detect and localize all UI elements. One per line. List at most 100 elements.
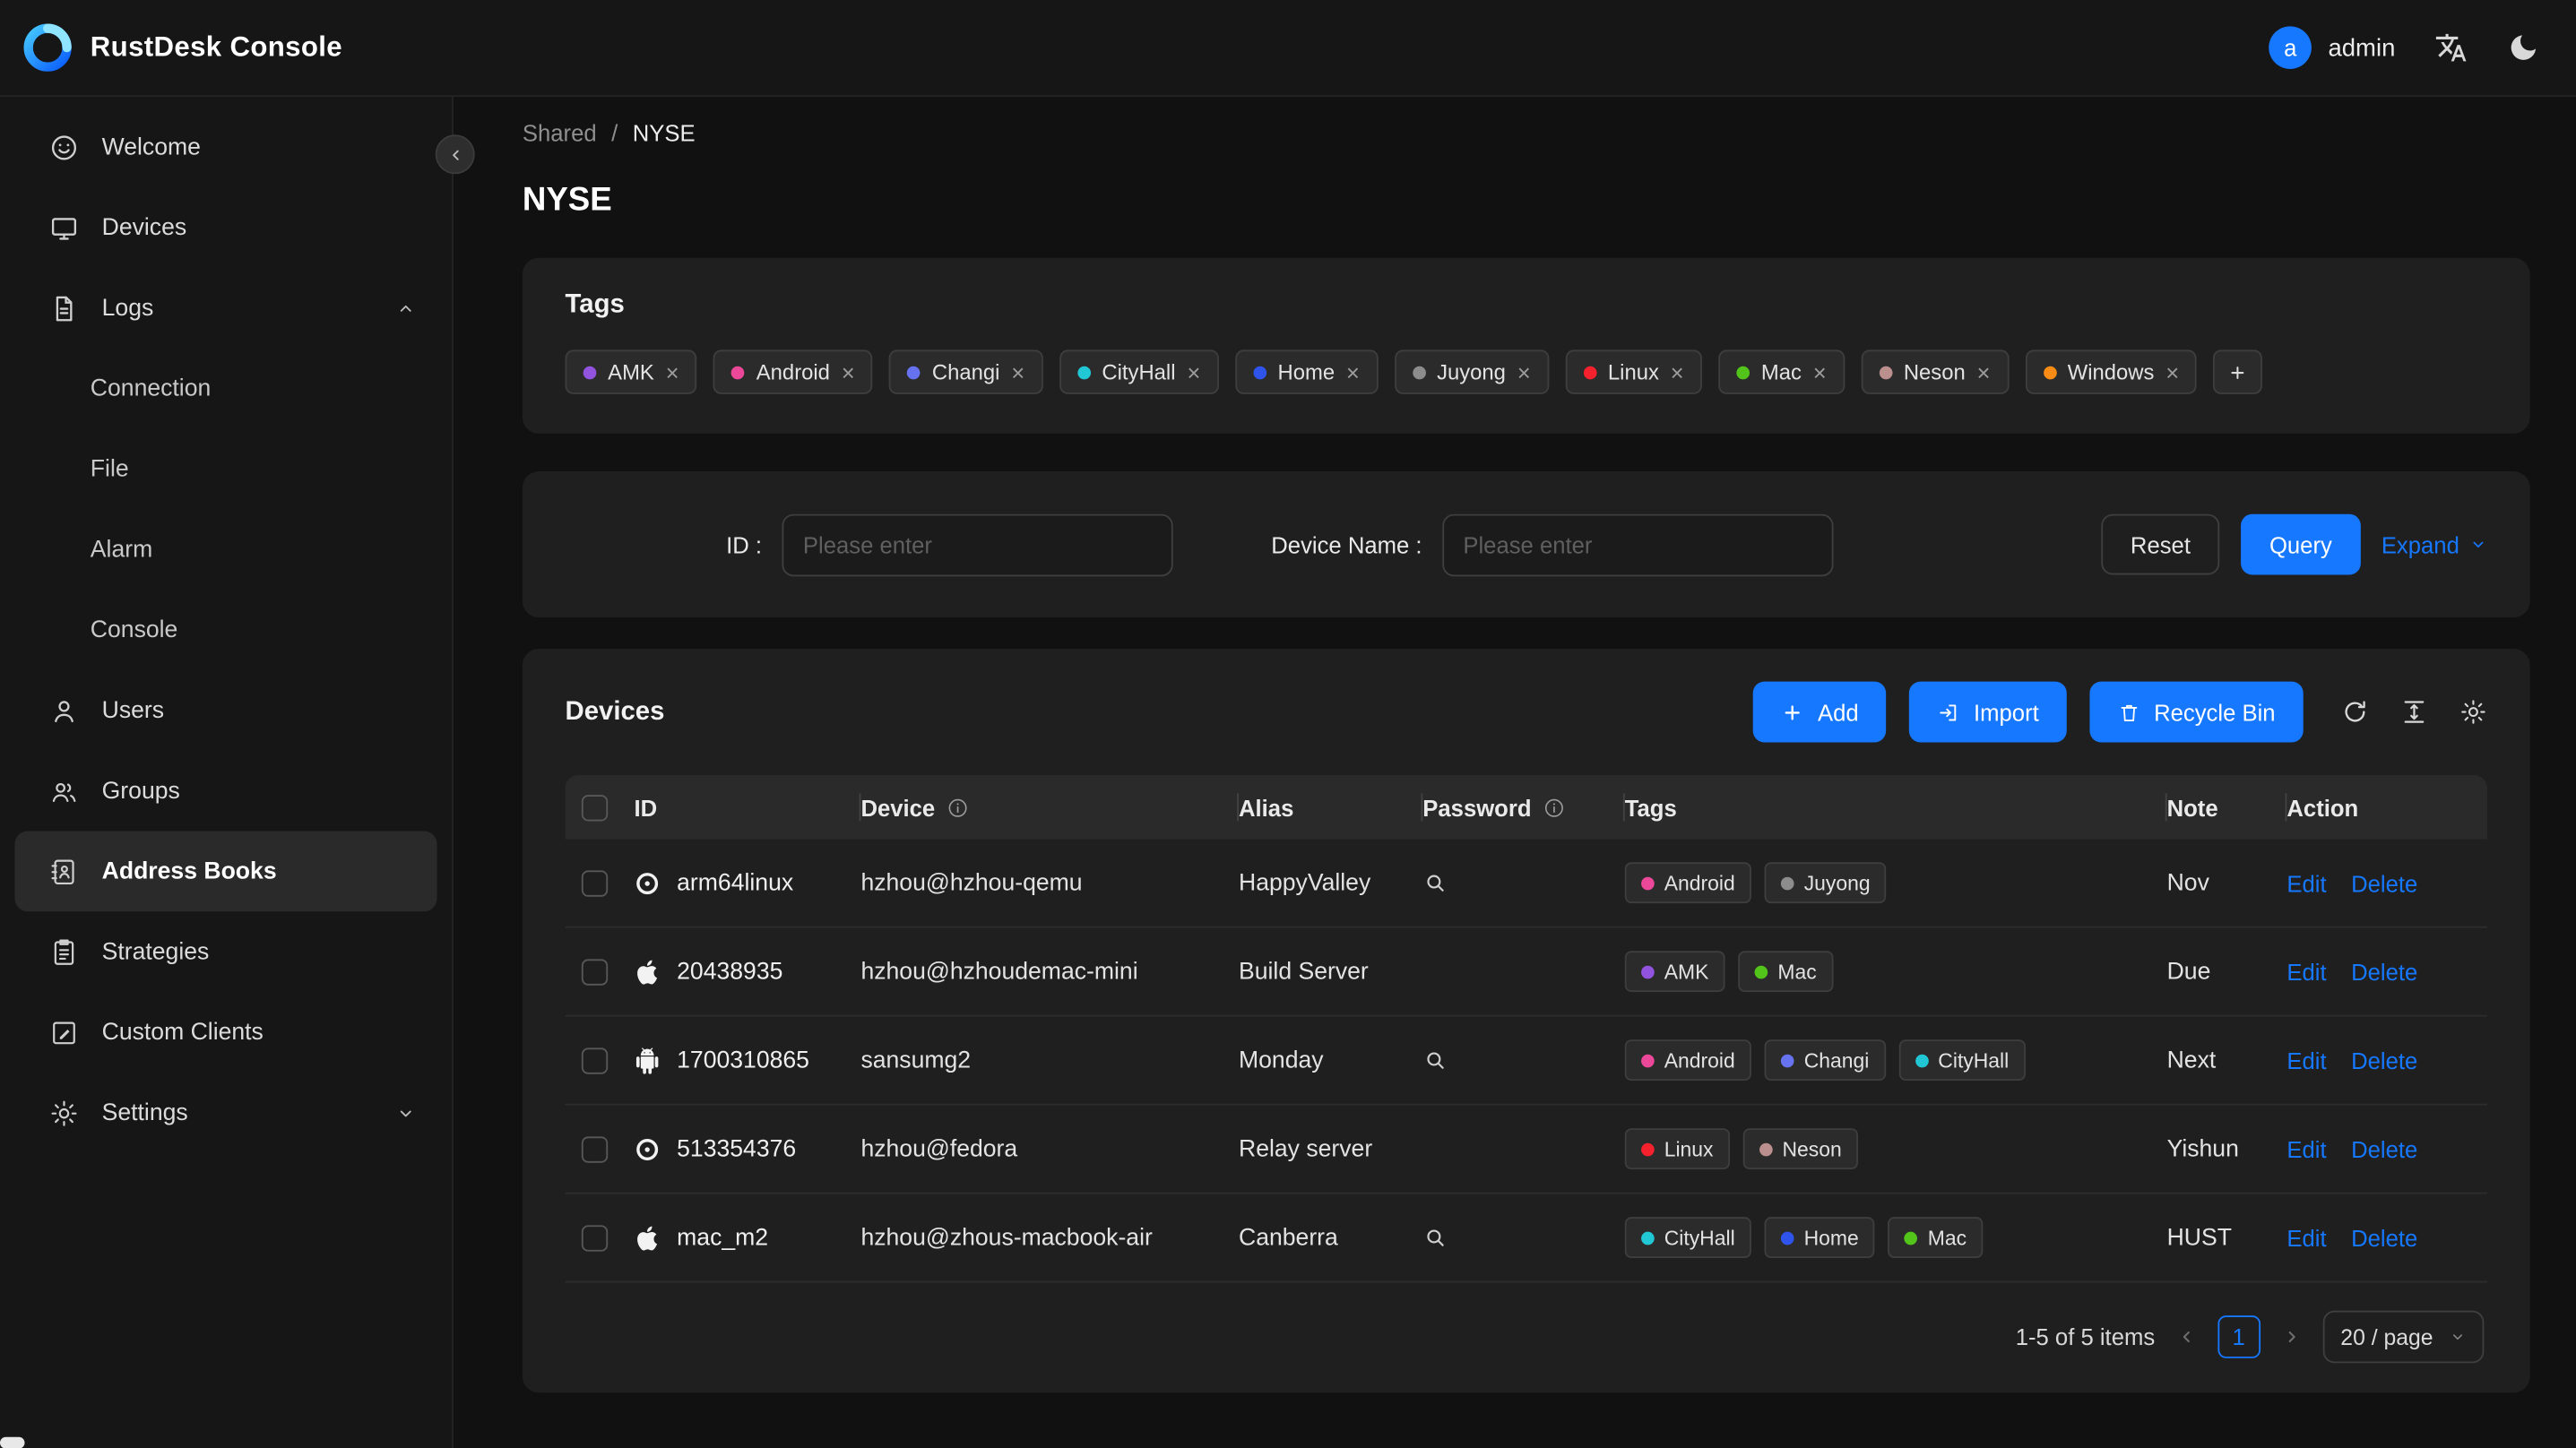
linux-os-icon [634, 1135, 660, 1161]
tag-color-dot [1879, 365, 1893, 379]
sidebar-item-custom-clients[interactable]: Custom Clients [0, 992, 452, 1073]
edit-link[interactable]: Edit [2286, 958, 2326, 984]
sidebar-item-alarm[interactable]: Alarm [0, 509, 452, 590]
sidebar-item-groups[interactable]: Groups [0, 751, 452, 832]
device-id: 513354376 [677, 1135, 797, 1162]
next-page-icon[interactable] [2281, 1327, 2301, 1347]
sidebar-item-settings[interactable]: Settings [0, 1073, 452, 1153]
query-button[interactable]: Query [2241, 513, 2360, 575]
page-size-select[interactable]: 20 / page [2322, 1310, 2485, 1364]
app-title: RustDesk Console [90, 30, 342, 63]
edit-link[interactable]: Edit [2286, 1047, 2326, 1073]
sidebar-item-devices[interactable]: Devices [0, 187, 452, 268]
tag-remove-icon[interactable]: × [1187, 360, 1200, 384]
sidebar-item-users[interactable]: Users [0, 670, 452, 751]
sidebar-item-logs[interactable]: Logs [0, 268, 452, 349]
sidebar-item-label: File [90, 455, 129, 482]
row-checkbox[interactable] [581, 1047, 609, 1073]
row-checkbox[interactable] [581, 1135, 609, 1162]
device-id: 20438935 [677, 958, 783, 985]
sidebar-item-welcome[interactable]: Welcome [0, 107, 452, 187]
tag-label: CityHall [1938, 1048, 2010, 1072]
tag-remove-icon[interactable]: × [842, 360, 855, 384]
tag-remove-icon[interactable]: × [1813, 360, 1827, 384]
tag-color-dot [907, 365, 921, 379]
import-button[interactable]: Import [1909, 681, 2067, 743]
sidebar-item-console[interactable]: Console [0, 590, 452, 670]
table-row: 20438935 hzhou@hzhoudemac-mini Build Ser… [565, 928, 2488, 1017]
delete-link[interactable]: Delete [2351, 1224, 2417, 1250]
select-all-checkbox[interactable] [581, 794, 609, 821]
info-circle-icon[interactable] [1543, 796, 1566, 819]
tag-remove-icon[interactable]: × [1977, 360, 1991, 384]
add-tag-button[interactable] [2213, 349, 2263, 394]
tag-remove-icon[interactable]: × [2165, 360, 2179, 384]
user-menu[interactable]: a admin [2269, 26, 2395, 69]
team-icon [49, 776, 79, 806]
expand-toggle[interactable]: Expand [2382, 531, 2487, 557]
language-icon[interactable] [2434, 31, 2468, 65]
tag-remove-icon[interactable]: × [1671, 360, 1684, 384]
tag-color-dot [1641, 964, 1655, 978]
edit-link[interactable]: Edit [2286, 870, 2326, 896]
password-lookup-icon[interactable] [1422, 1225, 1447, 1249]
tag-label: Linux [1664, 1137, 1714, 1160]
row-checkbox[interactable] [581, 869, 609, 896]
info-circle-icon[interactable] [947, 796, 970, 819]
password-lookup-icon[interactable] [1422, 870, 1447, 894]
row-actions: Edit Delete [2286, 1047, 2487, 1073]
tag-chip: Windows × [2025, 349, 2198, 394]
prev-page-icon[interactable] [2176, 1327, 2196, 1347]
tag-label: Home [1277, 359, 1336, 384]
edit-link[interactable]: Edit [2286, 1224, 2326, 1250]
device-id: mac_m2 [677, 1224, 769, 1251]
row-checkbox[interactable] [581, 958, 609, 985]
table-settings-gear-icon[interactable] [2459, 698, 2487, 726]
tag-remove-icon[interactable]: × [1346, 360, 1360, 384]
main-content: Shared / NYSE NYSE Tags AMK × Android × … [454, 97, 2576, 1448]
id-filter-input[interactable] [782, 513, 1173, 576]
recycle-bin-label: Recycle Bin [2154, 698, 2276, 726]
delete-link[interactable]: Delete [2351, 958, 2417, 984]
column-height-icon[interactable] [2400, 698, 2428, 726]
devices-card-title: Devices [565, 697, 665, 726]
sidebar-item-address-books[interactable]: Address Books [14, 831, 437, 912]
horizontal-scrollbar-thumb[interactable] [0, 1436, 25, 1448]
sidebar-item-file[interactable]: File [0, 428, 452, 509]
delete-link[interactable]: Delete [2351, 1135, 2417, 1161]
device-name-filter-input[interactable] [1441, 513, 1833, 576]
sidebar-item-label: Groups [101, 777, 180, 805]
smile-icon [49, 133, 79, 162]
tag-remove-icon[interactable]: × [666, 360, 679, 384]
device-name-filter-group: Device Name : [1271, 513, 1833, 576]
device-id-cell: 1700310865 [634, 1047, 860, 1073]
chevron-down-icon [396, 1103, 416, 1123]
delete-link[interactable]: Delete [2351, 1047, 2417, 1073]
tag-color-dot [1905, 1230, 1918, 1245]
sidebar-item-label: Users [101, 697, 165, 724]
tag-chip: Neson × [1861, 349, 2009, 394]
devices-table: ID Device Alias Password Tags Note Actio… [565, 775, 2488, 1283]
edit-link[interactable]: Edit [2286, 1135, 2326, 1161]
sidebar-collapse-button[interactable] [435, 134, 475, 175]
tag-chip: Juyong × [1394, 349, 1549, 394]
tag-remove-icon[interactable]: × [1011, 360, 1024, 384]
delete-link[interactable]: Delete [2351, 870, 2417, 896]
sidebar-item-connection[interactable]: Connection [0, 349, 452, 429]
tag-label: Home [1803, 1226, 1859, 1249]
tag-color-dot [1736, 365, 1750, 379]
device-alias: Canberra [1239, 1224, 1338, 1251]
theme-toggle-icon[interactable] [2507, 31, 2540, 65]
sidebar-item-strategies[interactable]: Strategies [0, 911, 452, 992]
recycle-bin-button[interactable]: Recycle Bin [2089, 681, 2304, 743]
refresh-icon[interactable] [2341, 698, 2369, 726]
add-device-button[interactable]: Add [1753, 681, 1887, 743]
password-lookup-icon[interactable] [1422, 1047, 1447, 1072]
reset-button[interactable]: Reset [2100, 513, 2220, 575]
tag-remove-icon[interactable]: × [1517, 360, 1531, 384]
row-actions: Edit Delete [2286, 1135, 2487, 1161]
breadcrumb-parent[interactable]: Shared [523, 120, 597, 146]
row-checkbox[interactable] [581, 1224, 609, 1251]
page-number-button[interactable]: 1 [2217, 1315, 2260, 1358]
chevron-left-icon [446, 145, 464, 163]
